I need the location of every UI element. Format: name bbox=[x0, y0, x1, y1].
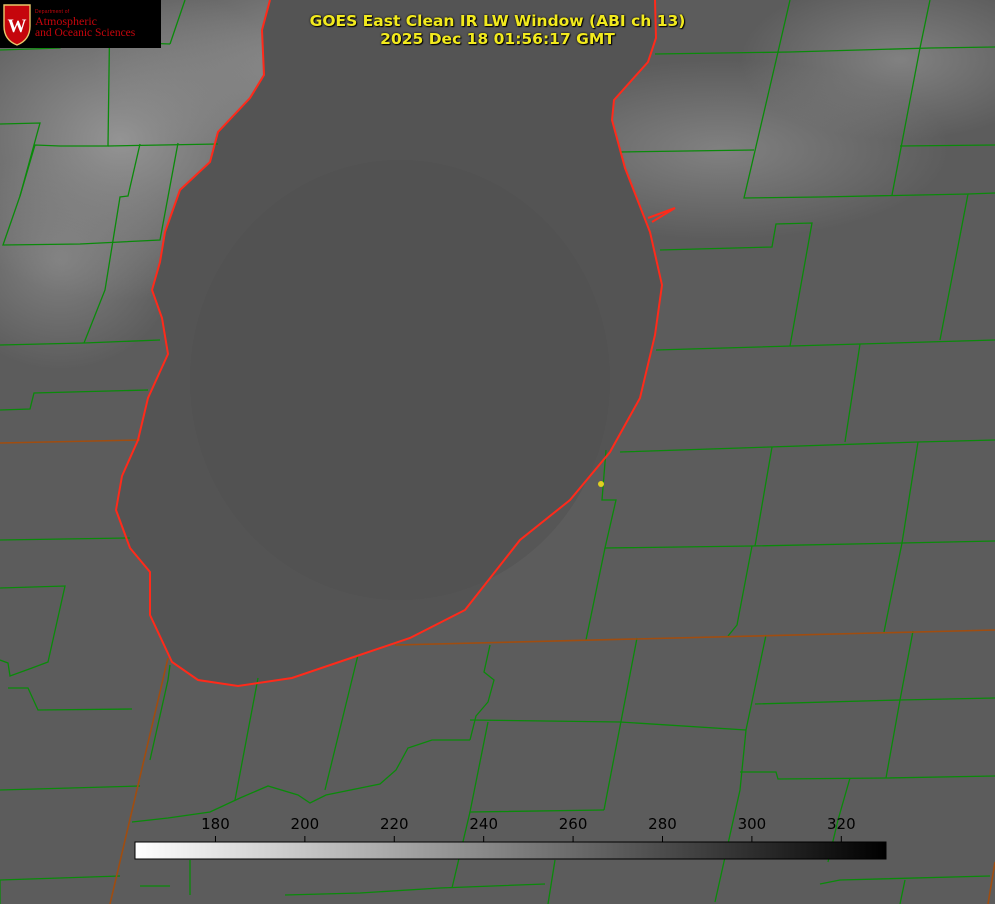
colorbar-tick-label: 220 bbox=[379, 815, 409, 833]
colorbar-tick-label: 320 bbox=[826, 815, 856, 833]
site-marker bbox=[598, 481, 604, 487]
colorbar-tick-label: 280 bbox=[648, 815, 677, 833]
satellite-map bbox=[0, 0, 995, 904]
colorbar-gradient bbox=[134, 841, 887, 860]
image-timestamp: 2025 Dec 18 01:56:17 GMT bbox=[380, 30, 615, 48]
colorbar bbox=[134, 836, 887, 860]
colorbar-tick-label: 260 bbox=[558, 815, 588, 833]
colorbar-tick-label: 200 bbox=[290, 815, 320, 833]
image-title: GOES East Clean IR LW Window (ABI ch 13) bbox=[309, 12, 686, 30]
colorbar-tick-label: 300 bbox=[737, 815, 767, 833]
colorbar-ticks bbox=[214, 836, 842, 842]
colorbar-tick-label: 240 bbox=[469, 815, 498, 833]
colorbar-tick-label: 180 bbox=[201, 815, 230, 833]
